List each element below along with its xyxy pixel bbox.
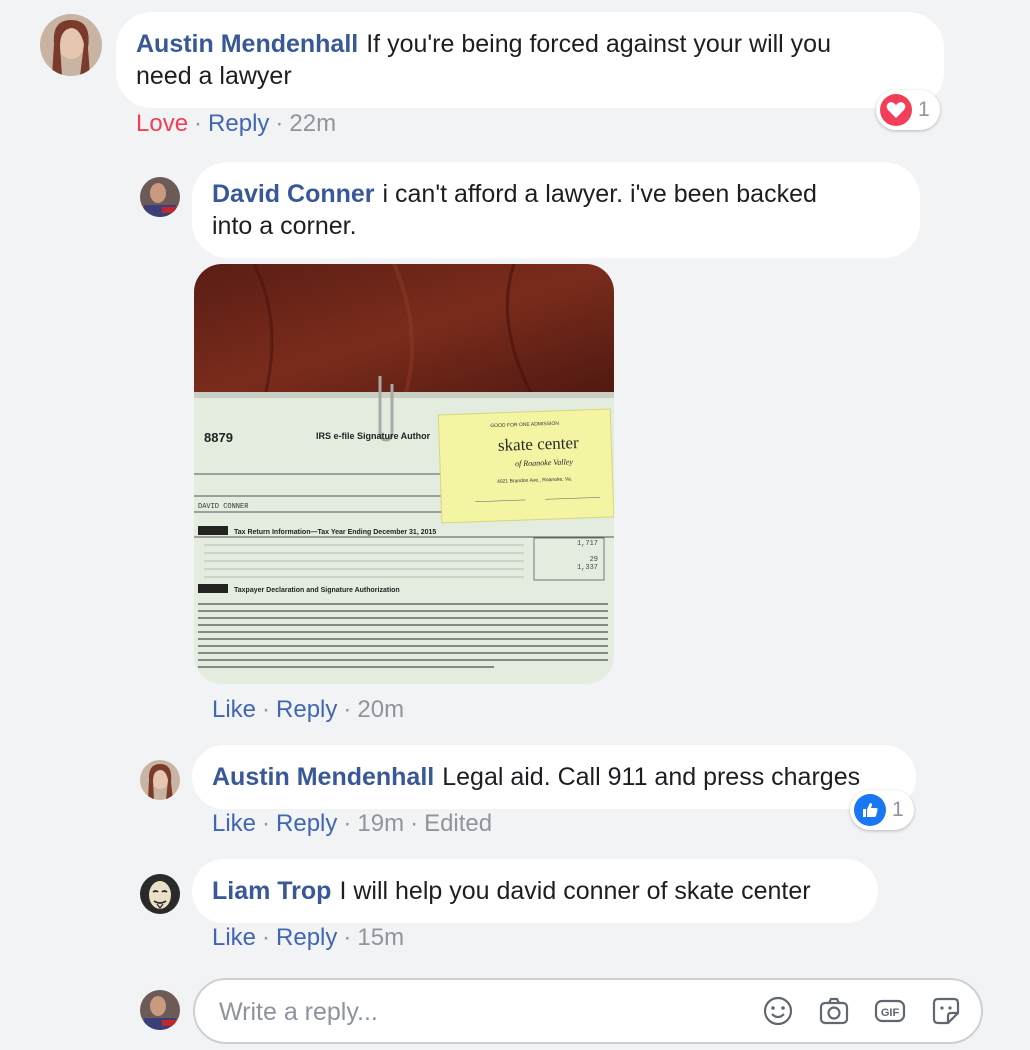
avatar[interactable]	[140, 177, 180, 217]
love-reaction-button[interactable]: Love	[136, 110, 188, 137]
part2-title: Taxpayer Declaration and Signature Autho…	[234, 587, 400, 594]
comment-author[interactable]: Liam Trop	[212, 877, 331, 905]
reaction-count: 1	[892, 798, 904, 821]
reaction-count: 1	[918, 98, 930, 121]
reply-composer[interactable]: GIF	[193, 978, 983, 1044]
timestamp[interactable]: 19m	[357, 810, 404, 837]
current-user-avatar[interactable]	[140, 990, 180, 1030]
reaction-summary[interactable]: 1	[876, 90, 940, 130]
comment-actions: Love · Reply · 22m	[136, 110, 337, 137]
reply-button[interactable]: Reply	[276, 696, 337, 723]
taxpayer-name: DAVID CONNER	[198, 503, 249, 511]
comment-author[interactable]: David Conner	[212, 180, 375, 208]
comment-author[interactable]: Austin Mendenhall	[136, 30, 358, 58]
gif-icon[interactable]: GIF	[873, 994, 907, 1028]
form-title: IRS e-file Signature Author	[316, 431, 431, 441]
comment-author[interactable]: Austin Mendenhall	[212, 763, 434, 791]
svg-text:GIF: GIF	[881, 1007, 900, 1019]
attached-photo[interactable]: 8879 IRS e-file Signature Author DAVID C…	[194, 264, 614, 684]
comment-text: need a lawyer	[136, 62, 292, 90]
timestamp[interactable]: 15m	[357, 924, 404, 951]
comment-bubble: Austin Mendenhall Legal aid. Call 911 and…	[192, 745, 916, 809]
camera-icon[interactable]	[817, 994, 851, 1028]
avatar[interactable]	[140, 874, 180, 914]
reply-button[interactable]: Reply	[276, 810, 337, 837]
part1-title: Tax Return Information—Tax Year Ending D…	[234, 529, 436, 536]
like-button[interactable]: Like	[212, 924, 256, 951]
comment-bubble: David Conner i can't afford a lawyer. i'v…	[192, 162, 920, 258]
reply-input[interactable]	[217, 980, 721, 1044]
comment-text: I will help you david conner of skate ce…	[339, 877, 811, 905]
line4-value: 1,337	[577, 564, 598, 572]
reply-button[interactable]: Reply	[276, 924, 337, 951]
avatar[interactable]	[140, 760, 180, 800]
comment-actions: Like · Reply · 19m · Edited	[212, 810, 493, 837]
comment-actions: Like · Reply · 15m	[212, 924, 405, 951]
comment-bubble: Liam Trop I will help you david conner of…	[192, 859, 878, 923]
line1-value: 1,717	[577, 540, 598, 548]
timestamp[interactable]: 22m	[289, 110, 336, 137]
comment-text: into a corner.	[212, 212, 357, 240]
thumbs-up-icon	[854, 794, 886, 826]
ticket-brand: skate center	[498, 433, 580, 455]
like-button[interactable]: Like	[212, 810, 256, 837]
emoji-icon[interactable]	[761, 994, 795, 1028]
avatar[interactable]	[40, 14, 102, 76]
form-number: 8879	[204, 430, 233, 445]
edited-label[interactable]: Edited	[424, 810, 492, 837]
timestamp[interactable]: 20m	[357, 696, 404, 723]
comment-bubble: Austin Mendenhall If you're being forced …	[116, 12, 944, 108]
line3-value: 29	[590, 556, 598, 564]
comment-text: Legal aid. Call 911 and press charges	[442, 763, 861, 791]
reaction-summary[interactable]: 1	[850, 790, 914, 830]
comment-text: If you're being forced against your will…	[366, 30, 831, 58]
sticker-icon[interactable]	[929, 994, 963, 1028]
heart-icon	[880, 94, 912, 126]
like-button[interactable]: Like	[212, 696, 256, 723]
comment-text: i can't afford a lawyer. i've been backe…	[382, 180, 817, 208]
comment-actions: Like · Reply · 20m	[212, 696, 405, 723]
reply-button[interactable]: Reply	[208, 110, 269, 137]
